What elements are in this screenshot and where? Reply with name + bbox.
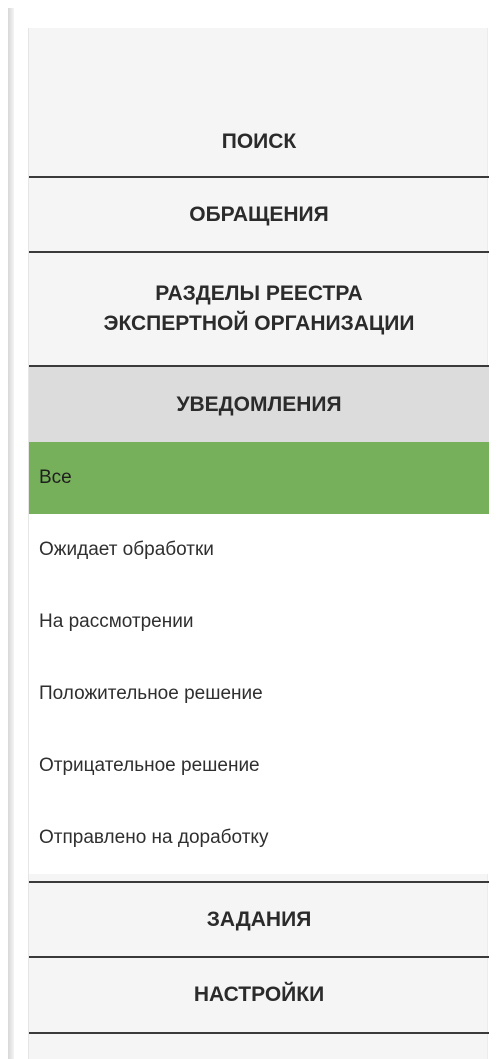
menu-tasks-label: ЗАДАНИЯ bbox=[206, 907, 312, 931]
submenu-item-label: Все bbox=[39, 467, 72, 488]
submenu-item-pending[interactable]: Ожидает обработки bbox=[29, 514, 489, 586]
submenu-item-returned-for-revision[interactable]: Отправлено на доработку bbox=[29, 802, 489, 874]
submenu-item-label: Отправлено на доработку bbox=[39, 827, 269, 848]
menu-tasks[interactable]: ЗАДАНИЯ bbox=[29, 883, 489, 958]
panel-shadow bbox=[8, 8, 14, 1059]
menu-notifications[interactable]: УВЕДОМЛЕНИЯ bbox=[29, 367, 489, 442]
submenu-item-all[interactable]: Все bbox=[29, 442, 489, 514]
submenu-item-label: Отрицательное решение bbox=[39, 755, 260, 776]
submenu-item-approved[interactable]: Положительное решение bbox=[29, 658, 489, 730]
submenu-item-label: На рассмотрении bbox=[39, 611, 194, 632]
submenu-item-under-review[interactable]: На рассмотрении bbox=[29, 586, 489, 658]
menu-search[interactable]: ПОИСК bbox=[29, 108, 489, 178]
menu-settings[interactable]: НАСТРОЙКИ bbox=[29, 958, 489, 1034]
menu-registry-label-line1: РАЗДЕЛЫ РЕЕСТРА bbox=[155, 282, 363, 305]
menu-search-label: ПОИСК bbox=[221, 130, 297, 153]
submenu-item-label: Положительное решение bbox=[39, 683, 263, 704]
menu-requests[interactable]: ОБРАЩЕНИЯ bbox=[29, 178, 489, 253]
menu-settings-label: НАСТРОЙКИ bbox=[193, 983, 325, 1006]
side-menu: ПОИСК ОБРАЩЕНИЯ РАЗДЕЛЫ РЕЕСТРА ЭКСПЕРТН… bbox=[28, 28, 489, 1059]
menu-registry-sections[interactable]: РАЗДЕЛЫ РЕЕСТРА ЭКСПЕРТНОЙ ОРГАНИЗАЦИИ bbox=[29, 253, 489, 367]
submenu-item-label: Ожидает обработки bbox=[39, 539, 214, 560]
menu-requests-label: ОБРАЩЕНИЯ bbox=[189, 202, 329, 226]
menu-registry-label-line2: ЭКСПЕРТНОЙ ОРГАНИЗАЦИИ bbox=[103, 312, 415, 335]
submenu-item-rejected[interactable]: Отрицательное решение bbox=[29, 730, 489, 802]
screen: ПОИСК ОБРАЩЕНИЯ РАЗДЕЛЫ РЕЕСТРА ЭКСПЕРТН… bbox=[0, 0, 501, 1059]
menu-notifications-label: УВЕДОМЛЕНИЯ bbox=[176, 392, 342, 416]
